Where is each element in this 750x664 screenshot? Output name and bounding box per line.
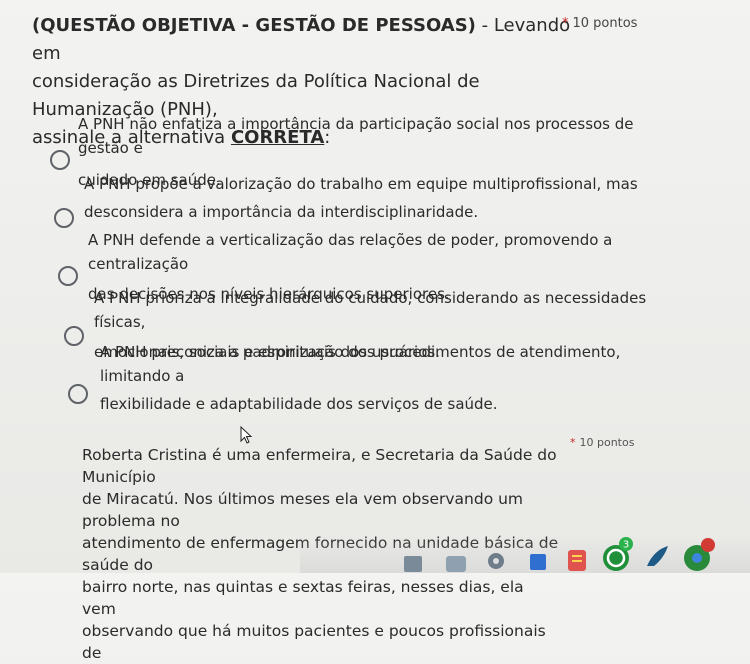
option-4-line1: A PNH prioriza a integralidade do cuidad…	[94, 289, 647, 331]
question-2-line: bairro norte, nas quintas e sextas feira…	[82, 578, 524, 618]
option-1-radio[interactable]	[50, 150, 70, 170]
option-2-label[interactable]: A PNH propõe a valorização do trabalho e…	[84, 172, 644, 224]
option-4-radio[interactable]	[64, 326, 84, 346]
cloud-icon[interactable]	[444, 552, 468, 574]
question-2-line: observando que há muitos pacientes e pou…	[82, 622, 546, 662]
question-2-line: Roberta Cristina é uma enfermeira, e Sec…	[82, 446, 557, 486]
photo-icon[interactable]	[402, 552, 424, 574]
question-1-points-label: 10 pontos	[572, 16, 638, 31]
chrome-icon[interactable]	[682, 536, 716, 573]
option-2-radio[interactable]	[54, 208, 74, 228]
option-3-line1: A PNH defende a verticalização das relaç…	[88, 231, 613, 273]
notification-badge-count: 3	[623, 540, 629, 551]
question-1-points: * 10 pontos	[562, 16, 637, 31]
question-2-points-label: 10 pontos	[579, 436, 635, 449]
option-5-line1: A PNH preconiza a padronização dos proce…	[100, 343, 621, 385]
option-2-line2: desconsidera a importância da interdisci…	[84, 203, 479, 221]
option-3-radio[interactable]	[58, 266, 78, 286]
option-2-line1: A PNH propõe a valorização do trabalho e…	[84, 175, 638, 193]
question-2-points: * 10 pontos	[570, 436, 634, 449]
option-5-radio[interactable]	[68, 384, 88, 404]
question-2-line: de Miracatú. Nos últimos meses ela vem o…	[82, 490, 524, 530]
option-1-line1: A PNH não enfatiza a importância da part…	[78, 115, 634, 157]
mouse-cursor-icon	[240, 426, 253, 444]
whatsapp-icon[interactable]: 3	[600, 536, 634, 573]
required-mark: *	[562, 16, 569, 31]
notes-icon[interactable]	[566, 548, 588, 573]
option-5-line2: flexibilidade e adaptabilidade dos servi…	[100, 395, 498, 413]
question-1-title-bold: (QUESTÃO OBJETIVA - GESTÃO DE PESSOAS)	[32, 15, 476, 36]
settings-gear-icon[interactable]	[484, 548, 508, 573]
option-5-label[interactable]: A PNH preconiza a padronização dos proce…	[100, 340, 660, 416]
required-mark: *	[570, 436, 576, 449]
bird-icon[interactable]	[644, 540, 672, 573]
file-manager-icon[interactable]	[528, 552, 548, 572]
